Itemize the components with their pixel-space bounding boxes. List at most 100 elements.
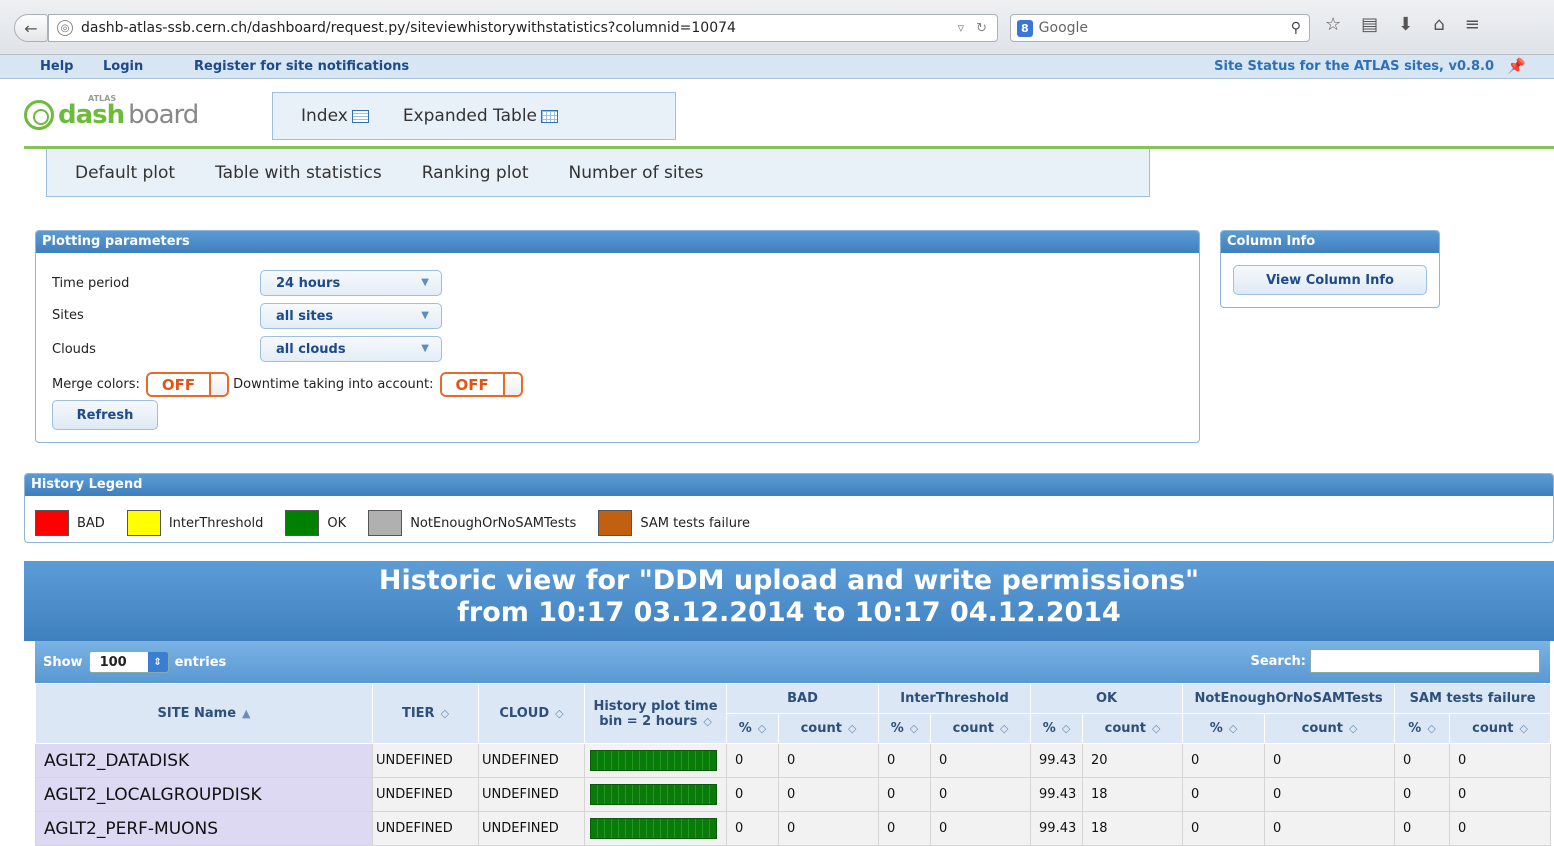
toggle-knob — [209, 374, 228, 395]
bookmark-star-icon[interactable]: ☆ — [1325, 14, 1341, 35]
sort-icon: ◇ — [1061, 722, 1071, 735]
table-controls: Show 100 ⇕ entries Search: — [35, 641, 1550, 683]
merge-colors-state: OFF — [147, 375, 210, 394]
sort-icon: ◇ — [757, 722, 767, 735]
site-name-cell[interactable]: AGLT2_LOCALGROUPDISK — [35, 777, 373, 812]
address-bar[interactable]: ◎ dashb-atlas-ssb.cern.ch/dashboard/requ… — [48, 14, 998, 42]
header-history-plot[interactable]: History plot time bin = 2 hours ◇ — [584, 683, 727, 744]
legend-items: BAD InterThreshold OK NotEnoughOrNoSAMTe… — [35, 510, 772, 536]
site-status-version: Site Status for the ATLAS sites, v0.8.0 — [1214, 59, 1494, 74]
header-ok: OK — [1030, 683, 1184, 714]
view-column-info-button[interactable]: View Column Info — [1233, 265, 1427, 295]
tab-expanded-table[interactable]: Expanded Table — [403, 106, 559, 126]
sites-value: all sites — [276, 309, 334, 324]
merge-colors-label: Merge colors: — [52, 377, 140, 392]
count-cell: 0 — [1264, 743, 1396, 778]
history-bar[interactable] — [590, 818, 717, 839]
sort-icon: ◇ — [555, 707, 564, 720]
reading-list-icon[interactable]: ▤ — [1361, 14, 1378, 35]
sort-icon: ◇ — [703, 714, 712, 728]
reload-icon[interactable]: ↻ — [976, 21, 987, 36]
site-name-cell[interactable]: AGLT2_DATADISK — [35, 743, 373, 778]
home-icon[interactable]: ⌂ — [1433, 14, 1444, 35]
chevron-down-icon: ▼ — [421, 277, 429, 288]
sort-icon: ◇ — [999, 722, 1009, 735]
subheader-count[interactable]: count ◇ — [1449, 713, 1552, 744]
dashboard-logo[interactable]: ATLAS dash board — [24, 94, 254, 132]
history-bar[interactable] — [590, 750, 717, 771]
tab-default-plot[interactable]: Default plot — [75, 163, 175, 183]
history-plot-cell — [584, 777, 727, 812]
logo-board-text: board — [128, 100, 199, 130]
tab-ranking-plot[interactable]: Ranking plot — [422, 163, 529, 183]
header-cloud[interactable]: CLOUD ◇ — [478, 683, 585, 744]
sort-icon: ◇ — [1427, 722, 1436, 735]
history-bar[interactable] — [590, 784, 717, 805]
tab-index[interactable]: Index — [301, 106, 369, 126]
downtime-toggle[interactable]: OFF — [439, 372, 523, 397]
percent-cell: 0 — [1394, 743, 1451, 778]
refresh-button[interactable]: Refresh — [52, 400, 158, 430]
menu-icon[interactable]: ≡ — [1465, 14, 1480, 35]
search-engine-icon[interactable]: 8 — [1017, 19, 1033, 37]
subheader-label: count — [952, 721, 994, 736]
count-cell: 0 — [1264, 811, 1396, 846]
clouds-value: all clouds — [276, 342, 346, 357]
table-body: AGLT2_DATADISK UNDEFINED UNDEFINED 0 0 0 0 99.4… — [35, 743, 1552, 846]
url-text[interactable]: dashb-atlas-ssb.cern.ch/dashboard/reques… — [81, 20, 958, 36]
subheader-count[interactable]: count ◇ — [1082, 713, 1184, 744]
grid-icon — [541, 109, 559, 123]
clouds-label: Clouds — [52, 342, 96, 357]
spinner-icon: ⇕ — [147, 652, 168, 672]
percent-cell: 0 — [878, 777, 932, 812]
help-link[interactable]: Help — [40, 59, 73, 74]
percent-cell: 0 — [726, 777, 779, 812]
register-link[interactable]: Register for site notifications — [194, 59, 409, 74]
subheader-percent[interactable]: % ◇ — [726, 713, 779, 744]
count-cell: 0 — [777, 777, 880, 812]
site-name-cell[interactable]: AGLT2_PERF-MUONS — [35, 811, 373, 846]
plotting-parameters-panel: Plotting parameters Time period 24 hours… — [35, 230, 1200, 443]
legend-label-ok: OK — [327, 515, 347, 531]
header-tier[interactable]: TIER ◇ — [372, 683, 479, 744]
history-table: SITE Name ▲ TIER ◇ CLOUD ◇ History plot tim… — [35, 683, 1552, 846]
magnifier-icon[interactable]: ⚲ — [1291, 20, 1301, 36]
count-cell: 18 — [1082, 777, 1184, 812]
header-sam: SAM tests failure — [1394, 683, 1552, 714]
subheader-percent[interactable]: % ◇ — [878, 713, 932, 744]
downtime-state: OFF — [441, 375, 503, 394]
tier-cell: UNDEFINED — [372, 811, 479, 846]
count-cell: 0 — [930, 743, 1032, 778]
search-input[interactable] — [1310, 649, 1540, 673]
subheader-percent[interactable]: % ◇ — [1030, 713, 1084, 744]
subheader-count[interactable]: count ◇ — [930, 713, 1032, 744]
header-bad: BAD — [725, 683, 880, 714]
browser-search[interactable]: 8 Google ⚲ — [1010, 14, 1310, 42]
sort-icon: ◇ — [909, 722, 919, 735]
download-icon[interactable]: ⬇ — [1398, 14, 1413, 35]
subheader-percent[interactable]: % ◇ — [1182, 713, 1266, 744]
tab-number-of-sites[interactable]: Number of sites — [568, 163, 703, 183]
merge-colors-toggle[interactable]: OFF — [145, 372, 230, 397]
sort-icon: ◇ — [1151, 722, 1161, 735]
entries-select[interactable]: 100 ⇕ — [88, 651, 169, 673]
tab-table-statistics[interactable]: Table with statistics — [215, 163, 382, 183]
subheader-count[interactable]: count ◇ — [777, 713, 880, 744]
clouds-select[interactable]: all clouds ▼ — [260, 336, 442, 362]
globe-icon: ◎ — [57, 20, 73, 36]
subheader-count[interactable]: count ◇ — [1264, 713, 1396, 744]
toggle-row: Merge colors: OFF Downtime taking into a… — [52, 372, 527, 397]
login-link[interactable]: Login — [103, 59, 143, 74]
count-cell: 0 — [1264, 777, 1396, 812]
subheader-percent[interactable]: % ◇ — [1394, 713, 1451, 744]
dropdown-arrow-icon[interactable]: ▿ — [958, 21, 965, 36]
sites-select[interactable]: all sites ▼ — [260, 303, 442, 329]
header-interthreshold: InterThreshold — [878, 683, 1032, 714]
legend-swatch-ok — [285, 510, 320, 536]
time-period-select[interactable]: 24 hours ▼ — [260, 270, 442, 296]
pin-icon[interactable]: 📌 — [1507, 57, 1526, 75]
count-cell: 0 — [930, 811, 1032, 846]
back-button[interactable]: ← — [14, 14, 48, 42]
header-site-name[interactable]: SITE Name ▲ — [35, 683, 373, 744]
percent-cell: 0 — [726, 811, 779, 846]
